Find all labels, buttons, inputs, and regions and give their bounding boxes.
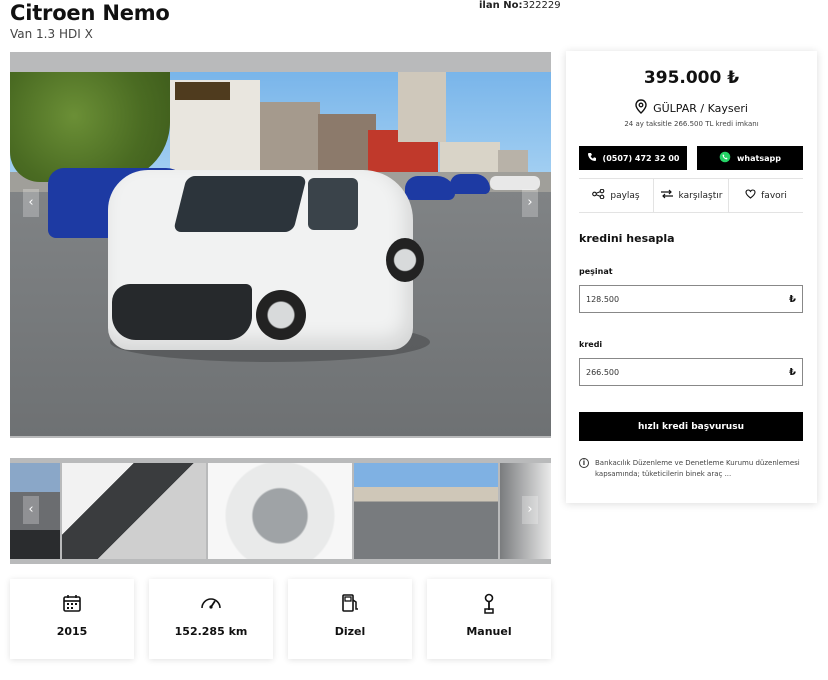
fuel-pump-icon (288, 593, 412, 615)
thumbnail[interactable] (208, 463, 352, 559)
down-payment-value: 128.500 (586, 294, 620, 304)
down-payment-input[interactable]: 128.500 ₺ (579, 285, 803, 313)
spec-card-year: 2015 (10, 579, 134, 659)
favorite-label: favori (761, 190, 787, 201)
thumbs-prev-button[interactable]: ‹ (23, 496, 39, 524)
credit-calculator-title: kredini hesapla (579, 232, 675, 245)
compare-icon (660, 189, 674, 202)
phone-button[interactable]: (0507) 472 32 00 (579, 146, 687, 170)
chevron-right-icon: › (527, 502, 533, 517)
phone-icon (587, 152, 597, 164)
thumbnail-strip: ‹ › (10, 458, 551, 564)
price: 395.000 ₺ (643, 68, 740, 88)
credit-note: 24 ay taksitle 266.500 TL kredi imkanı (624, 120, 759, 128)
lira-icon: ₺ (789, 293, 796, 305)
seller-location[interactable]: GÜLPAR / Kayseri (566, 99, 817, 117)
loan-input[interactable]: 266.500 ₺ (579, 358, 803, 386)
vehicle-image (108, 160, 424, 360)
chevron-left-icon: ‹ (28, 195, 34, 210)
chevron-right-icon: › (527, 195, 533, 210)
quick-credit-apply-button[interactable]: hızlı kredi başvurusu (579, 412, 803, 441)
down-payment-label: peşinat (579, 267, 613, 276)
listing-number-value: 322229 (522, 0, 561, 11)
thumbnail[interactable] (62, 463, 206, 559)
heart-icon (745, 189, 756, 202)
spec-mileage-value: 152.285 km (174, 625, 248, 638)
share-label: paylaş (610, 190, 640, 201)
main-photo[interactable] (10, 72, 551, 436)
listing-title: Citroen Nemo (10, 1, 170, 25)
share-button[interactable]: paylaş (579, 179, 654, 212)
compare-label: karşılaştır (678, 190, 723, 201)
spec-year-value: 2015 (56, 625, 88, 638)
credit-disclaimer-text: Bankacılık Düzenleme ve Denetleme Kurumu… (595, 459, 800, 478)
credit-disclaimer: i Bankacılık Düzenleme ve Denetleme Kuru… (579, 458, 803, 480)
compare-button[interactable]: karşılaştır (654, 179, 729, 212)
spec-card-transmission: Manuel (427, 579, 551, 659)
listing-number-label: ilan No: (479, 0, 523, 11)
whatsapp-label: whatsapp (737, 153, 781, 163)
loan-label: kredi (579, 340, 603, 349)
spec-card-mileage: 152.285 km (149, 579, 273, 659)
main-photo-gallery[interactable]: ‹ › (10, 52, 551, 438)
location-pin-icon (635, 99, 647, 117)
seller-name: GÜLPAR / Kayseri (653, 101, 748, 115)
gallery-next-button[interactable]: › (522, 189, 538, 217)
gallery-prev-button[interactable]: ‹ (23, 189, 39, 217)
listing-actions: paylaş karşılaştır favori (579, 178, 803, 213)
price-panel: 395.000 ₺ GÜLPAR / Kayseri 24 ay taksitl… (566, 51, 817, 503)
phone-number: (0507) 472 32 00 (602, 153, 680, 163)
loan-value: 266.500 (586, 367, 620, 377)
info-icon: i (579, 458, 589, 468)
listing-subtitle: Van 1.3 HDI X (10, 27, 93, 41)
thumbs-next-button[interactable]: › (522, 496, 538, 524)
spec-cards: 2015 152.285 km Dizel Manuel (10, 579, 551, 659)
spec-transmission-value: Manuel (466, 625, 512, 638)
lira-icon: ₺ (789, 366, 796, 378)
chevron-left-icon: ‹ (28, 502, 34, 517)
speedometer-icon (149, 593, 273, 615)
whatsapp-button[interactable]: whatsapp (697, 146, 803, 170)
whatsapp-icon (719, 151, 731, 165)
calendar-icon (10, 593, 134, 615)
gear-shift-icon (427, 593, 551, 615)
listing-number: ilan No:322229 (479, 0, 561, 11)
spec-card-fuel: Dizel (288, 579, 412, 659)
share-icon (592, 188, 605, 202)
spec-fuel-value: Dizel (334, 625, 366, 638)
thumbnail[interactable] (354, 463, 498, 559)
favorite-button[interactable]: favori (729, 179, 803, 212)
